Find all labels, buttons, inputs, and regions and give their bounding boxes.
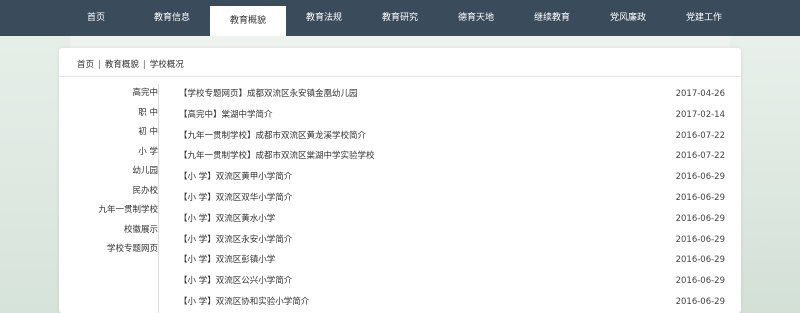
list-item[interactable]: 【小 学】双流区黄甲小学简介 2016-06-29: [179, 167, 725, 188]
nav-item-party-integrity[interactable]: 党风廉政: [590, 0, 666, 36]
article-date: 2016-06-29: [675, 296, 725, 307]
sidebar-item-primary[interactable]: 小 学: [59, 143, 158, 163]
article-title[interactable]: 【小 学】双流区黄水小学: [179, 214, 275, 224]
nav-item-education-law[interactable]: 教育法规: [286, 0, 362, 36]
nav-item-party-building[interactable]: 党建工作: [666, 0, 742, 36]
article-date: 2016-06-29: [675, 192, 725, 203]
article-title[interactable]: 【九年一贯制学校】成都市双流区棠湖中学实验学校: [179, 151, 375, 161]
nav-item-education-overview[interactable]: 教育概貌: [210, 6, 286, 36]
article-date: 2016-06-29: [675, 276, 725, 287]
article-title[interactable]: 【小 学】双流区双华小学简介: [179, 193, 292, 203]
sidebar-item-nine-year-school[interactable]: 九年一贯制学校: [59, 201, 158, 221]
list-item[interactable]: 【小 学】双流区双华小学简介 2016-06-29: [179, 188, 725, 209]
article-title[interactable]: 【高完中】棠湖中学简介: [179, 110, 273, 120]
list-item[interactable]: 【小 学】双流区彭镇小学 2016-06-29: [179, 250, 725, 271]
breadcrumb-separator: |: [142, 60, 146, 70]
article-title[interactable]: 【小 学】双流区公兴小学简介: [179, 276, 292, 286]
article-date: 2016-07-22: [675, 130, 725, 141]
sidebar-item-school-badges[interactable]: 校徽展示: [59, 221, 158, 241]
list-item[interactable]: 【小 学】双流区协和实验小学简介 2016-06-29: [179, 292, 725, 313]
article-title[interactable]: 【小 学】双流区永安小学简介: [179, 235, 292, 245]
sidebar-item-private-school[interactable]: 民办校: [59, 182, 158, 202]
article-list: 【学校专题网页】成都双流区永安镇金凰幼儿园 2017-04-26 【高完中】棠湖中…: [179, 84, 725, 313]
sidebar-item-vocational[interactable]: 职 中: [59, 104, 158, 124]
article-title[interactable]: 【小 学】双流区黄甲小学简介: [179, 172, 292, 182]
list-item[interactable]: 【小 学】双流区公兴小学简介 2016-06-29: [179, 271, 725, 292]
list-item[interactable]: 【小 学】双流区黄水小学 2016-06-29: [179, 209, 725, 230]
article-date: 2016-07-22: [675, 151, 725, 162]
breadcrumb-separator: |: [98, 60, 101, 70]
content-panel: 首页 | 教育概貌 | 学校概况 高完中 职 中 初 中 小 学 幼儿园 民办校 九年一…: [59, 48, 741, 313]
article-date: 2016-06-29: [675, 255, 725, 266]
breadcrumb-current: 学校概况: [149, 60, 184, 70]
article-title[interactable]: 【九年一贯制学校】成都市双流区黄龙溪学校简介: [179, 131, 366, 141]
list-item[interactable]: 【小 学】双流区永安小学简介 2016-06-29: [179, 230, 725, 251]
header-divider: [59, 76, 741, 77]
nav-item-education-info[interactable]: 教育信息: [134, 0, 210, 36]
breadcrumb: 首页 | 教育概貌 | 学校概况: [77, 58, 184, 70]
nav-item-education-research[interactable]: 教育研究: [362, 0, 438, 36]
nav-item-continuing-education[interactable]: 继续教育: [514, 0, 590, 36]
list-item[interactable]: 【九年一贯制学校】成都市双流区棠湖中学实验学校 2016-07-22: [179, 146, 725, 167]
article-title[interactable]: 【学校专题网页】成都双流区永安镇金凰幼儿园: [179, 89, 358, 99]
article-title[interactable]: 【小 学】双流区协和实验小学简介: [179, 297, 309, 307]
top-nav: 首页 教育信息 教育概貌 教育法规 教育研究 德育天地 继续教育 党风廉政 党建…: [0, 0, 800, 36]
article-title[interactable]: 【小 学】双流区彭镇小学: [179, 255, 275, 265]
breadcrumb-home[interactable]: 首页: [77, 60, 94, 70]
nav-item-home[interactable]: 首页: [58, 0, 134, 36]
article-date: 2017-02-14: [675, 109, 725, 120]
sidebar-item-kindergarten[interactable]: 幼儿园: [59, 162, 158, 182]
nav-item-moral-education[interactable]: 德育天地: [438, 0, 514, 36]
sidebar: 高完中 职 中 初 中 小 学 幼儿园 民办校 九年一贯制学校 校徽展示 学校专…: [59, 84, 159, 313]
list-item[interactable]: 【高完中】棠湖中学简介 2017-02-14: [179, 105, 725, 126]
breadcrumb-education-overview[interactable]: 教育概貌: [105, 60, 139, 70]
article-date: 2016-06-29: [675, 213, 725, 224]
list-item[interactable]: 【九年一贯制学校】成都市双流区黄龙溪学校简介 2016-07-22: [179, 126, 725, 147]
sidebar-item-junior-high[interactable]: 初 中: [59, 123, 158, 143]
list-item[interactable]: 【学校专题网页】成都双流区永安镇金凰幼儿园 2017-04-26: [179, 84, 725, 105]
sidebar-item-school-pages[interactable]: 学校专题网页: [59, 240, 158, 260]
sidebar-item-high-school[interactable]: 高完中: [59, 84, 158, 104]
article-date: 2016-06-29: [675, 234, 725, 245]
article-date: 2017-04-26: [675, 89, 725, 99]
article-date: 2016-06-29: [675, 172, 725, 183]
